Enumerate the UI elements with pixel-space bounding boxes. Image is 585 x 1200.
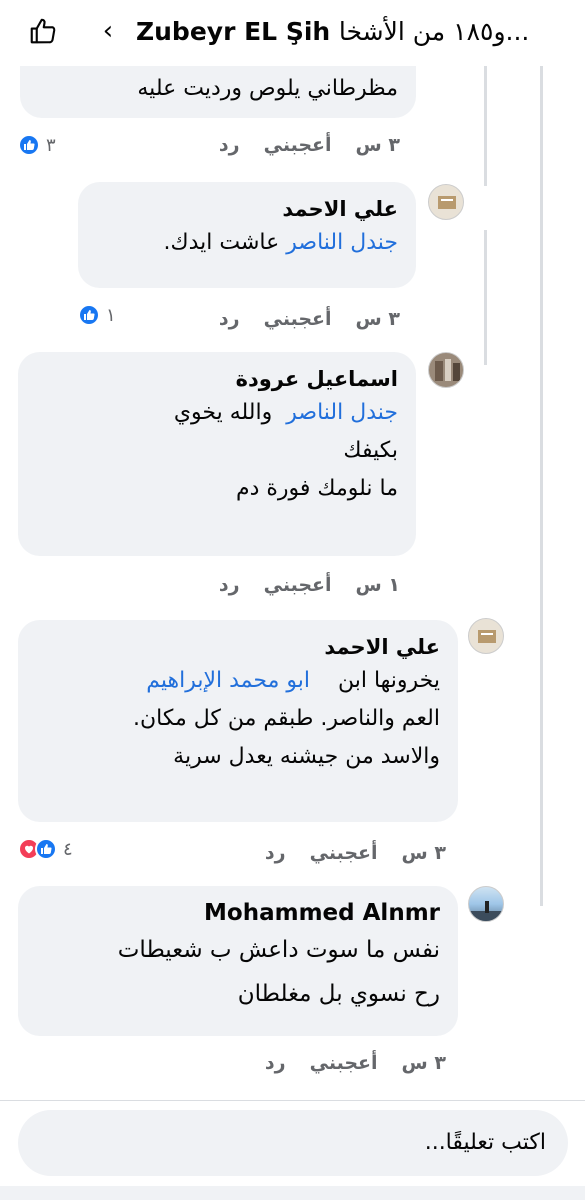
like-comment-button[interactable]: أعجبني (264, 134, 332, 156)
comment-time: ١ س (355, 574, 400, 596)
comment-author: اسماعيل عرودة (235, 367, 398, 391)
like-reaction-icon (18, 134, 40, 156)
reaction-summary[interactable]: ٣ (18, 130, 56, 160)
bottom-bar (0, 1186, 585, 1200)
avatar[interactable] (468, 886, 504, 922)
comment-actions: ٣ س أعجبني رد (180, 304, 400, 334)
mention-link[interactable]: جندل الناصر (286, 230, 398, 255)
mention-link[interactable]: جندل الناصر (286, 400, 398, 425)
avatar-image (435, 359, 460, 381)
reply-button[interactable]: رد (219, 308, 240, 330)
reply-button[interactable]: رد (219, 134, 240, 156)
comment-text-part: والله يخوي (173, 400, 273, 425)
reaction-count: ١ (106, 304, 116, 326)
title-name: Zubeyr EL Şih (136, 17, 331, 46)
comment-text-line: بكيفك (343, 438, 398, 463)
avatar[interactable] (428, 184, 464, 220)
page-title: Zubeyr EL Şih و١٨٥ من الأشخا... (136, 14, 576, 50)
comment-text-part: يخرونها ابن (337, 668, 440, 693)
reaction-count: ٤ (63, 838, 73, 860)
comment-actions: ١ س أعجبني رد (180, 570, 400, 600)
reply-button[interactable]: رد (219, 574, 240, 596)
thread-line (484, 66, 487, 186)
title-rest: و١٨٥ من الأشخا... (338, 17, 530, 46)
comment-text-line: العم والناصر. طبقم من كل مكان. (132, 706, 440, 731)
comment-author: علي الاحمد (324, 635, 440, 659)
reaction-summary[interactable]: ١ (78, 300, 116, 330)
divider (0, 1100, 585, 1101)
comment-input[interactable]: اكتب تعليقًا... (18, 1110, 568, 1176)
thread-line (540, 66, 543, 906)
thumbs-up-outline-icon (30, 18, 56, 44)
like-reaction-icon (35, 838, 57, 860)
reaction-count: ٣ (46, 134, 56, 156)
comment-text-line: ما نلومك فورة دم (235, 476, 398, 501)
comment-bubble: علي الاحمد يخرونها ابن ابو محمد الإبراهي… (18, 620, 458, 822)
avatar-image (438, 196, 456, 209)
top-bar: ‹ Zubeyr EL Şih و١٨٥ من الأشخا... (0, 0, 585, 66)
avatar[interactable] (468, 618, 504, 654)
avatar[interactable] (428, 352, 464, 388)
comment-time: ٣ س (401, 842, 446, 864)
comment-input-placeholder: اكتب تعليقًا... (424, 1130, 546, 1155)
reply-button[interactable]: رد (265, 842, 286, 864)
reply-button[interactable]: رد (265, 1052, 286, 1074)
comment-bubble: اسماعيل عرودة جندل الناصر والله يخوي بكي… (18, 352, 416, 556)
avatar-image (469, 901, 503, 921)
comment-text-line: والاسد من جيشنه يعدل سرية (173, 744, 440, 769)
comment-time: ٣ س (355, 308, 400, 330)
like-post-button[interactable] (26, 14, 60, 48)
comment-author: Mohammed Alnmr (204, 900, 440, 926)
mention-link[interactable]: ابو محمد الإبراهيم (146, 668, 310, 693)
avatar-image (478, 630, 496, 643)
comment-text-part: عاشت ايدك. (163, 230, 280, 255)
comment-author: علي الاحمد (282, 197, 398, 221)
comment-text: جندل الناصر والله يخوي (36, 394, 398, 432)
like-comment-button[interactable]: أعجبني (310, 842, 378, 864)
comment-bubble: Mohammed Alnmr نفس ما سوت داعش ب شعيطات … (18, 886, 458, 1036)
comment-text: يخرونها ابن ابو محمد الإبراهيم (36, 662, 440, 700)
like-comment-button[interactable]: أعجبني (264, 308, 332, 330)
comment-time: ٣ س (355, 134, 400, 156)
comment-bubble: علي الاحمد جندل الناصر عاشت ايدك. (78, 182, 416, 288)
comment-text-line: نفس ما سوت داعش ب شعيطات (117, 937, 440, 963)
chevron-left-icon: ‹ (102, 16, 114, 46)
comment-actions: ٣ س أعجبني رد (180, 130, 400, 160)
like-reaction-icon (78, 304, 100, 326)
back-button[interactable]: ‹ (96, 16, 120, 46)
comment-text: جندل الناصر عاشت ايدك. (96, 224, 398, 262)
like-comment-button[interactable]: أعجبني (310, 1052, 378, 1074)
comment-text-line: رح نسوي بل مغلطان (237, 981, 440, 1007)
comment-actions: ٣ س أعجبني رد (226, 1048, 446, 1078)
comment-text: مظرطاني يلوص ورديت عليه (137, 76, 398, 101)
comment-time: ٣ س (401, 1052, 446, 1074)
reaction-summary[interactable]: ٤ (18, 834, 73, 864)
comment-actions: ٣ س أعجبني رد (226, 838, 446, 868)
thread-line (484, 230, 487, 365)
like-comment-button[interactable]: أعجبني (264, 574, 332, 596)
